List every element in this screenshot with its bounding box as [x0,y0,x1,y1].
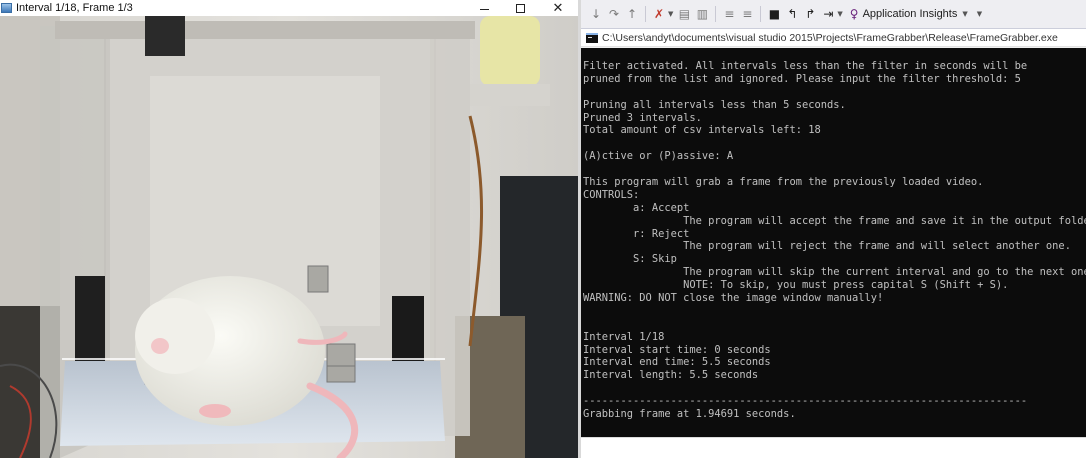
console-line: Grabbing frame at 1.94691 seconds. [583,408,796,421]
console-line: r: Reject [583,227,690,240]
application-insights-label: Application Insights [862,8,958,20]
prev-bookmark-icon[interactable]: ↰ [783,4,801,24]
console-line: Interval 1/18 [583,330,665,343]
console-line: a: Accept [583,201,690,214]
minimize-button[interactable] [466,0,502,16]
next-bookmark-icon[interactable]: ↱ [801,4,819,24]
console-line: Pruned 3 intervals. [583,111,702,124]
console-title: C:\Users\andyt\documents\visual studio 2… [602,31,1058,44]
console-line: Interval length: 5.5 seconds [583,369,759,382]
format-right-icon[interactable]: ▥ [693,4,711,24]
chevron-down-icon: ▼ [962,10,968,18]
console-line: The program will reject the frame and wi… [583,240,1071,253]
console-line: WARNING: DO NOT close the image window m… [583,292,884,305]
screen: Interval 1/18, Frame 1/3 ✕ ↓ ↷ ↑ ✗ ▼ ▤ ▥… [0,0,1086,458]
video-frame-image [0,16,578,458]
console-app-icon [586,32,598,43]
minimize-icon [479,8,489,10]
console-line: Interval start time: 0 seconds [583,343,771,356]
toolbar-overflow-icon[interactable]: ▼ [977,10,982,18]
bookmark-icon[interactable]: ■ [765,4,783,24]
console-window: C:\Users\andyt\documents\visual studio 2… [581,29,1086,458]
console-line: The program will accept the frame and sa… [583,214,1086,227]
toolbar-separator [760,6,762,22]
console-line: Interval end time: 5.5 seconds [583,356,771,369]
console-line: The program will skip the current interv… [583,266,1086,279]
console-bottom-edge [581,437,1086,458]
clear-bookmarks-icon[interactable]: ⇥ [819,4,837,24]
format-left-icon[interactable]: ▤ [675,4,693,24]
toolbar-separator [645,6,646,22]
step-into-icon[interactable]: ↷ [605,4,623,24]
console-line: Pruning all intervals less than 5 second… [583,98,846,111]
uncomment-icon[interactable]: ≡ [738,4,756,24]
close-button[interactable]: ✕ [540,0,576,16]
step-over-icon[interactable]: ↓ [587,4,605,24]
console-line: CONTROLS: [583,188,640,201]
step-out-icon[interactable]: ↑ [623,4,641,24]
video-frame [0,16,578,458]
vs-toolbar: ↓ ↷ ↑ ✗ ▼ ▤ ▥ ≡ ≡ ■ ↰ ↱ ⇥ ▼ ♀ Applicatio… [581,0,1086,29]
console-line: S: Skip [583,253,677,266]
console-line: Filter activated. All intervals less tha… [583,60,1028,72]
comment-icon[interactable]: ≡ [720,4,738,24]
console-line: This program will grab a frame from the … [583,176,984,189]
console-line: ----------------------------------------… [583,395,1028,408]
console-line: pruned from the list and ignored. Please… [583,72,1021,85]
chevron-down-icon[interactable]: ▼ [837,10,842,18]
image-window: Interval 1/18, Frame 1/3 ✕ [0,0,578,458]
window-app-icon [1,3,12,13]
image-window-titlebar[interactable]: Interval 1/18, Frame 1/3 ✕ [0,0,578,16]
console-line: NOTE: To skip, you must press capital S … [583,279,1009,292]
console-line: (A)ctive or (P)assive: A [583,150,734,163]
close-icon: ✕ [552,0,564,16]
console-titlebar[interactable]: C:\Users\andyt\documents\visual studio 2… [581,29,1086,47]
application-insights-button[interactable]: ♀ Application Insights ▼ [847,4,973,24]
exception-settings-icon[interactable]: ✗ [650,4,668,24]
maximize-icon [515,3,525,13]
console-line: Total amount of csv intervals left: 18 [583,124,821,137]
image-window-title: Interval 1/18, Frame 1/3 [16,2,133,14]
lightbulb-icon: ♀ [849,7,859,21]
console-output[interactable]: Filter activated. All intervals less tha… [581,48,1086,437]
maximize-button[interactable] [502,0,538,16]
chevron-down-icon[interactable]: ▼ [668,10,673,18]
toolbar-separator [715,6,717,22]
